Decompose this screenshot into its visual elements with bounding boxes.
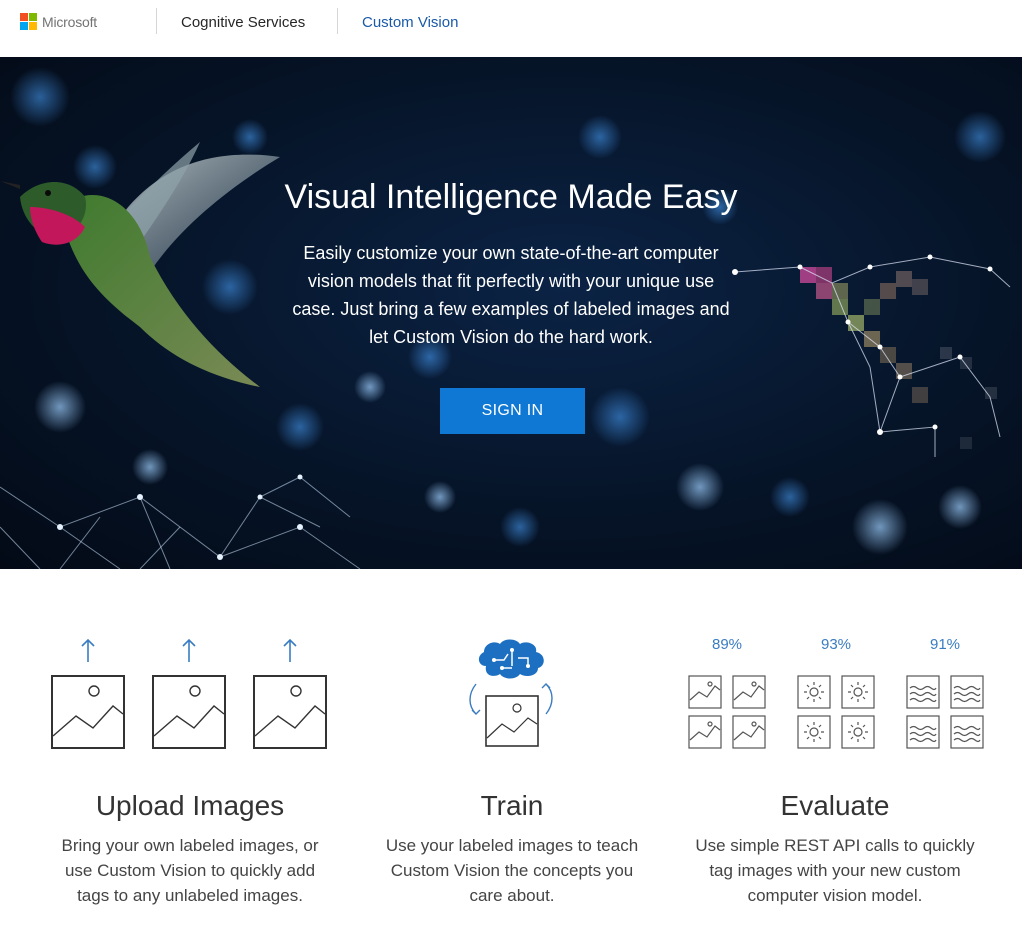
feature-desc-line: tags to any unlabeled images. <box>77 886 303 905</box>
feature-desc-line: tag images with your new custom <box>709 861 961 880</box>
image-placeholder-icon <box>51 675 125 749</box>
feature-desc-evaluate: Use simple REST API calls to quickly tag… <box>685 833 985 908</box>
upload-arrow-icon <box>81 638 95 662</box>
refresh-arrows-icon <box>469 683 553 715</box>
image-placeholder-icon <box>485 695 539 747</box>
image-placeholder-icon <box>253 675 327 749</box>
feature-desc-line: Use your labeled images to teach <box>385 836 639 855</box>
sign-in-button[interactable]: SIGN IN <box>440 388 585 434</box>
feature-title-evaluate: Evaluate <box>780 790 890 821</box>
feature-desc-line: use Custom Vision to quickly add <box>64 861 316 880</box>
hero-desc-line: let Custom Vision do the hard work. <box>369 327 653 347</box>
microsoft-wordmark: Microsoft <box>42 13 97 30</box>
feature-desc-line: Custom Vision the concepts you <box>390 861 634 880</box>
microsoft-logo[interactable]: Microsoft <box>20 13 97 30</box>
nav-cognitive-services[interactable]: Cognitive Services <box>181 14 305 31</box>
header-divider <box>156 8 157 34</box>
header-divider <box>337 8 338 34</box>
image-placeholder-icon <box>688 675 766 749</box>
hero-desc-line: Easily customize your own state-of-the-a… <box>303 243 719 263</box>
feature-desc-line: care about. <box>469 886 555 905</box>
hero-banner: Visual Intelligence Made Easy Easily cus… <box>0 57 1022 569</box>
pixel-bird-illustration <box>800 267 997 449</box>
constellation-nodes <box>732 254 993 435</box>
brain-circuit-icon <box>478 639 544 679</box>
upload-arrow-icon <box>182 638 196 662</box>
top-header: Microsoft Cognitive Services Custom Visi… <box>0 0 1022 57</box>
hero-description: Easily customize your own state-of-the-a… <box>281 239 741 351</box>
hero-desc-line: case. Just bring a few examples of label… <box>292 299 730 319</box>
sun-icon <box>797 675 875 749</box>
feature-desc-train: Use your labeled images to teach Custom … <box>362 833 662 908</box>
feature-desc-line: computer vision model. <box>747 886 923 905</box>
microsoft-logo-icon <box>20 13 37 30</box>
network-nodes <box>57 474 303 560</box>
feature-title-train: Train <box>480 790 544 821</box>
waves-icon <box>906 675 984 749</box>
nav-custom-vision[interactable]: Custom Vision <box>362 14 458 31</box>
feature-desc-line: Bring your own labeled images, or <box>61 836 319 855</box>
feature-title-upload: Upload Images <box>95 790 285 821</box>
feature-desc-upload: Bring your own labeled images, or use Cu… <box>40 833 340 908</box>
train-illustration <box>466 636 566 757</box>
feature-desc-line: Use simple REST API calls to quickly <box>695 836 975 855</box>
hero-desc-line: vision models that fit perfectly with yo… <box>307 271 715 291</box>
image-placeholder-icon <box>152 675 226 749</box>
network-lines <box>0 476 361 569</box>
upload-arrow-icon <box>283 638 297 662</box>
upload-illustration <box>48 636 338 757</box>
hero-title: Visual Intelligence Made Easy <box>284 178 738 216</box>
